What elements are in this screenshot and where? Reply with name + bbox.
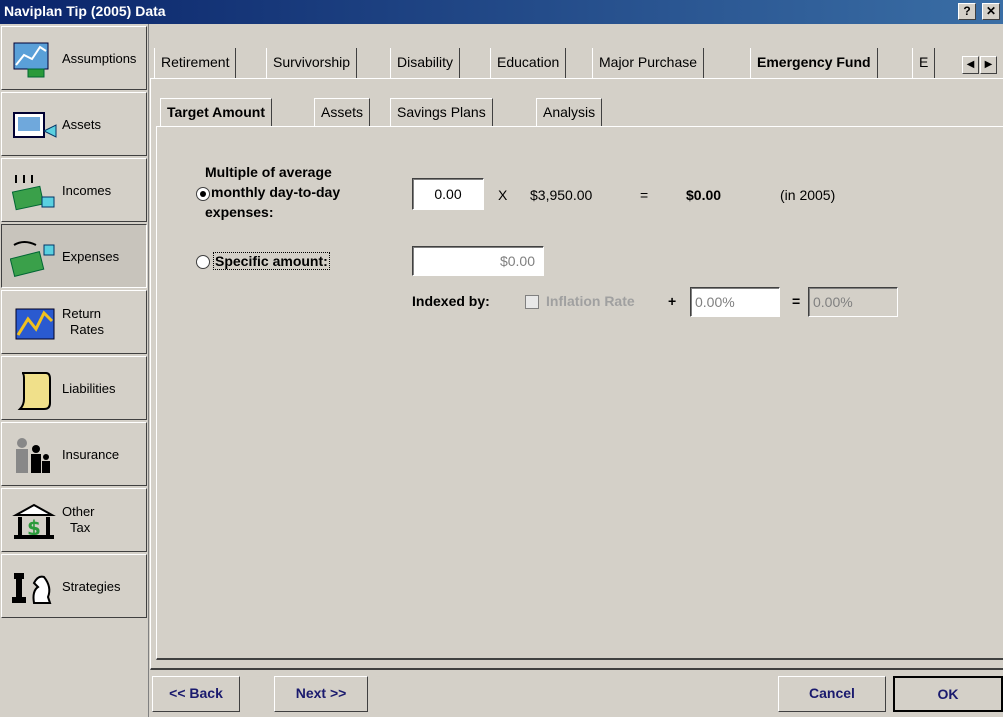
- multiple-input[interactable]: 0.00: [412, 178, 484, 210]
- help-button[interactable]: ?: [958, 3, 976, 20]
- tab-disability[interactable]: Disability: [390, 48, 461, 78]
- sidebar-item-incomes[interactable]: Incomes: [1, 158, 147, 222]
- multiple-radio[interactable]: [196, 187, 210, 201]
- close-button[interactable]: ✕: [982, 3, 1000, 20]
- result-value: $0.00: [686, 187, 722, 203]
- sidebar-item-return-rates[interactable]: Return Rates: [1, 290, 147, 354]
- strategies-icon: [12, 573, 52, 604]
- main-tabstrip: Retirement Survivorship Disability Educa…: [154, 48, 1003, 78]
- sidebar-item-assets[interactable]: Assets: [1, 92, 147, 156]
- times-sign: X: [498, 187, 508, 203]
- sidebar-item-assumptions[interactable]: Assumptions: [1, 26, 147, 90]
- inflation-add-input[interactable]: 0.00%: [690, 287, 780, 317]
- equals-sign: =: [640, 187, 649, 203]
- sidebar-label: Strategies: [62, 579, 121, 594]
- multiple-label-line1: Multiple of average: [205, 164, 332, 180]
- assets-icon: [13, 112, 57, 138]
- multiple-label-line3: expenses:: [205, 204, 274, 220]
- tab-survivorship[interactable]: Survivorship: [266, 48, 358, 78]
- incomes-icon: [11, 175, 55, 211]
- sidebar-label: Expenses: [62, 249, 120, 264]
- sidebar-label: Liabilities: [62, 381, 116, 396]
- window-title: Naviplan Tip (2005) Data: [4, 3, 166, 19]
- insurance-icon: [16, 438, 50, 473]
- ok-button[interactable]: OK: [893, 676, 1003, 712]
- year-note: (in 2005): [780, 187, 836, 203]
- sidebar-item-insurance[interactable]: Insurance: [1, 422, 147, 486]
- tab-scroll-left-icon[interactable]: ◀: [962, 56, 979, 74]
- sidebar-item-other-tax[interactable]: $ Other Tax: [1, 488, 147, 552]
- multiple-label-line2: monthly day-to-day: [211, 184, 341, 200]
- radio-selected-dot: [200, 191, 206, 197]
- equals-sign-2: =: [792, 293, 801, 309]
- sidebar-item-liabilities[interactable]: Liabilities: [1, 356, 147, 420]
- tab-overflow[interactable]: E: [912, 48, 936, 78]
- tab-major-purchase[interactable]: Major Purchase: [592, 48, 705, 78]
- specific-amount-label[interactable]: Specific amount:: [213, 252, 330, 270]
- specific-amount-input[interactable]: $0.00: [412, 246, 544, 276]
- tab-retirement[interactable]: Retirement: [154, 48, 237, 78]
- title-bar: Naviplan Tip (2005) Data ? ✕: [0, 0, 1003, 24]
- indexed-by-label: Indexed by:: [412, 293, 490, 309]
- sidebar-label: Other: [62, 504, 95, 519]
- sidebar-label: Insurance: [62, 447, 120, 462]
- subtab-savings-plans[interactable]: Savings Plans: [390, 98, 493, 126]
- sidebar-item-strategies[interactable]: Strategies: [1, 554, 147, 618]
- next-button[interactable]: Next >>: [274, 676, 368, 712]
- subtab-analysis[interactable]: Analysis: [536, 98, 603, 126]
- cancel-button[interactable]: Cancel: [778, 676, 886, 712]
- subtab-target-amount[interactable]: Target Amount: [160, 98, 272, 126]
- subtab-panel: [156, 126, 1003, 660]
- tab-scroll-right-icon[interactable]: ▶: [980, 56, 997, 74]
- sidebar-label: Assumptions: [62, 51, 137, 66]
- liabilities-icon: [17, 372, 51, 410]
- plus-sign: +: [668, 293, 677, 309]
- expenses-icon: [10, 241, 55, 277]
- sidebar-label: Assets: [62, 117, 102, 132]
- sidebar: Assumptions Assets Incomes Expenses Retu…: [0, 24, 149, 717]
- sidebar-label: Incomes: [62, 183, 112, 198]
- inflation-total-field: 0.00%: [808, 287, 898, 317]
- subtab-assets[interactable]: Assets: [314, 98, 371, 126]
- return-rates-icon: [15, 308, 55, 340]
- specific-amount-radio[interactable]: [196, 255, 210, 269]
- sidebar-label: Rates: [70, 322, 104, 337]
- tab-education[interactable]: Education: [490, 48, 567, 78]
- sidebar-item-expenses[interactable]: Expenses: [1, 224, 147, 288]
- back-button[interactable]: << Back: [152, 676, 240, 712]
- assumptions-icon: [13, 42, 49, 78]
- other-tax-icon: $: [12, 503, 56, 540]
- sidebar-label: Tax: [70, 520, 91, 535]
- tab-emergency-fund[interactable]: Emergency Fund: [750, 48, 878, 78]
- sidebar-label: Return: [62, 306, 102, 321]
- monthly-expense-value: $3,950.00: [530, 187, 593, 203]
- inflation-rate-label: Inflation Rate: [546, 293, 635, 309]
- inflation-checkbox[interactable]: [525, 295, 539, 309]
